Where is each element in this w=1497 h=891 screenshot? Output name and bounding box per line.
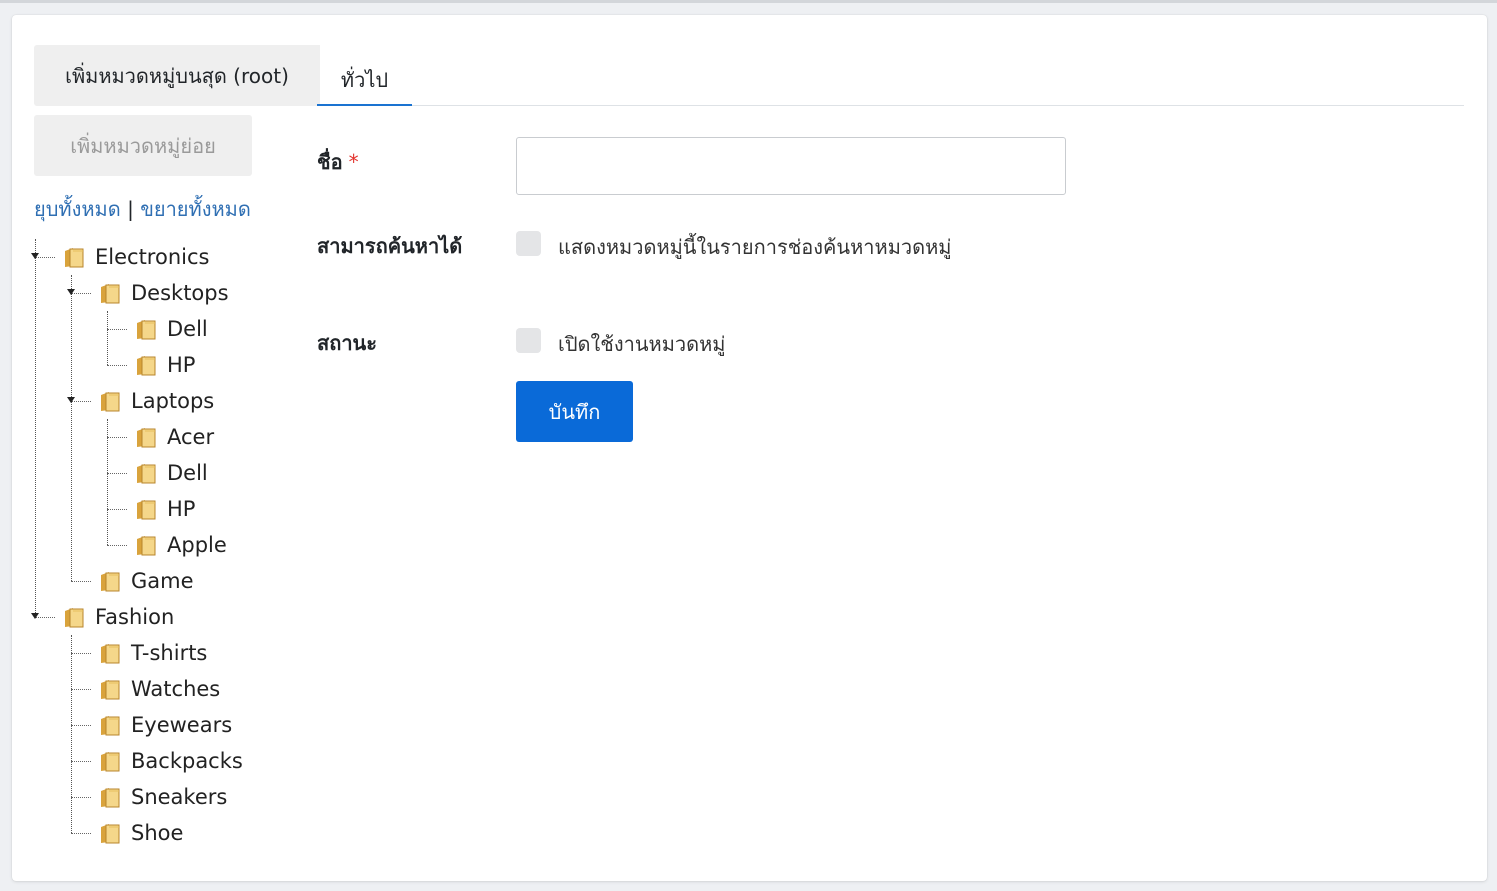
folder-icon [65, 608, 84, 628]
tree-line [71, 761, 91, 762]
tree-node-laptops-hp[interactable]: HP [136, 494, 195, 524]
folder-icon [101, 284, 120, 304]
tree-node-laptops-dell[interactable]: Dell [136, 458, 208, 488]
folder-icon [137, 464, 156, 484]
tree-line [107, 437, 127, 438]
folder-icon [137, 536, 156, 556]
tree-node-label: Laptops [131, 389, 215, 413]
tree-node-label: Backpacks [131, 749, 243, 773]
tree-node-label: Eyewears [131, 713, 233, 737]
tree-node-label: Game [131, 569, 194, 593]
collapse-toggle-icon[interactable] [67, 397, 75, 403]
tree-node-backpacks[interactable]: Backpacks [100, 746, 243, 776]
folder-icon [101, 644, 120, 664]
tree-line [71, 689, 91, 690]
collapse-all-link[interactable]: ยุบทั้งหมด [34, 197, 121, 221]
tree-node-label: Apple [167, 533, 227, 557]
folder-icon [137, 500, 156, 520]
tree-line [107, 329, 127, 330]
tree-line [71, 797, 91, 798]
searchable-checkbox[interactable] [516, 231, 541, 256]
folder-icon [101, 752, 120, 772]
folder-icon [101, 716, 120, 736]
tree-node-desktops-hp[interactable]: HP [136, 350, 195, 380]
tree-node-label: T-shirts [131, 641, 208, 665]
tree-line [107, 509, 127, 510]
folder-icon [101, 392, 120, 412]
tree-node-laptops[interactable]: Laptops [100, 386, 214, 416]
tree-node-tshirts[interactable]: T-shirts [100, 638, 207, 668]
tree-node-fashion[interactable]: Fashion [64, 602, 174, 632]
folder-icon [65, 248, 84, 268]
tree-line [71, 653, 91, 654]
tree-line [107, 473, 127, 474]
tree-line [35, 239, 36, 615]
tree-line [71, 581, 91, 582]
expand-all-link[interactable]: ขยายทั้งหมด [140, 197, 251, 221]
folder-icon [101, 572, 120, 592]
tree-node-laptops-apple[interactable]: Apple [136, 530, 227, 560]
tree-node-shoe[interactable]: Shoe [100, 818, 183, 848]
folder-icon [137, 356, 156, 376]
tree-node-label: Sneakers [131, 785, 228, 809]
category-name-input[interactable] [516, 137, 1066, 195]
collapse-toggle-icon[interactable] [31, 613, 39, 619]
links-separator: | [127, 197, 134, 221]
tree-line [107, 311, 108, 365]
tree-node-watches[interactable]: Watches [100, 674, 220, 704]
status-checkbox[interactable] [516, 328, 541, 353]
tree-node-label: Dell [167, 317, 208, 341]
name-field-label: ชื่อ * [317, 146, 359, 178]
tree-toggle-links: ยุบทั้งหมด | ขยายทั้งหมด [34, 193, 251, 225]
tree-node-label: Fashion [95, 605, 175, 629]
save-button[interactable]: บันทึก [516, 381, 633, 442]
searchable-field-label: สามารถค้นหาได้ [317, 234, 463, 258]
tree-node-desktops-dell[interactable]: Dell [136, 314, 208, 344]
tree-line [71, 833, 91, 834]
tree-line [107, 545, 127, 546]
tree-line [71, 635, 72, 833]
tree-node-electronics[interactable]: Electronics [64, 242, 209, 272]
tree-node-label: HP [167, 353, 196, 377]
tree-line [107, 365, 127, 366]
add-subcategory-button[interactable]: เพิ่มหมวดหมู่ย่อย [34, 115, 252, 176]
tree-node-label: Electronics [95, 245, 210, 269]
tree-line [71, 275, 72, 581]
tab-general[interactable]: ทั่วไป [317, 55, 412, 106]
collapse-toggle-icon[interactable] [67, 289, 75, 295]
folder-icon [137, 320, 156, 340]
tree-node-label: Shoe [131, 821, 184, 845]
tree-node-label: Desktops [131, 281, 229, 305]
tree-node-laptops-acer[interactable]: Acer [136, 422, 214, 452]
collapse-toggle-icon[interactable] [31, 253, 39, 259]
required-mark: * [348, 150, 359, 174]
folder-icon [137, 428, 156, 448]
tree-node-label: HP [167, 497, 196, 521]
add-root-category-button[interactable]: เพิ่มหมวดหมู่บนสุด (root) [34, 45, 320, 106]
tree-node-label: Dell [167, 461, 208, 485]
folder-icon [101, 680, 120, 700]
tree-node-game[interactable]: Game [100, 566, 194, 596]
tree-line [71, 725, 91, 726]
name-label-text: ชื่อ [317, 150, 343, 174]
tree-node-sneakers[interactable]: Sneakers [100, 782, 227, 812]
status-field-label: สถานะ [317, 331, 377, 355]
top-border [0, 0, 1497, 3]
searchable-checkbox-label: แสดงหมวดหมู่นี้ในรายการช่องค้นหาหมวดหมู่ [558, 235, 952, 259]
tree-node-desktops[interactable]: Desktops [100, 278, 229, 308]
tree-node-eyewears[interactable]: Eyewears [100, 710, 232, 740]
tabs-divider [317, 105, 1464, 106]
tree-node-label: Acer [167, 425, 215, 449]
category-panel: เพิ่มหมวดหมู่บนสุด (root) เพิ่มหมวดหมู่ย… [12, 15, 1487, 881]
folder-icon [101, 824, 120, 844]
folder-icon [101, 788, 120, 808]
tree-node-label: Watches [131, 677, 221, 701]
status-checkbox-label: เปิดใช้งานหมวดหมู่ [558, 332, 726, 356]
